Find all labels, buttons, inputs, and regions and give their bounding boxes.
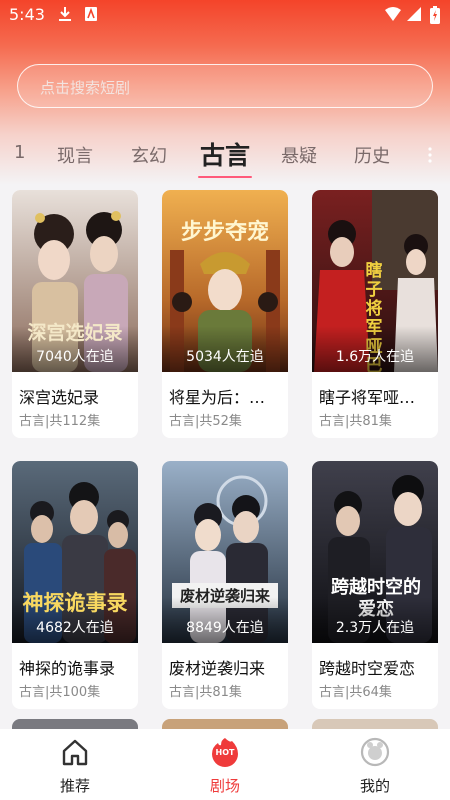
nav-recommend[interactable]: 推荐 (0, 729, 150, 800)
drama-title: 将星为后：… (169, 388, 266, 407)
drama-meta: 古言|共81集 (169, 685, 242, 700)
nav-mine[interactable]: 我的 (300, 729, 450, 800)
drama-poster: 步步夺宠 5034人在追 (162, 190, 288, 372)
drama-card[interactable]: 神探诡事录 4682人在追 神探的诡事录 古言|共100集 (12, 461, 138, 709)
nav-label: 我的 (359, 777, 390, 795)
watch-count: 8849人在追 (186, 620, 264, 636)
bottom-nav: 推荐 HOT 剧场 我的 (0, 729, 450, 800)
drama-poster: 瞎子将军哑巴 1.6万人在追 (312, 190, 438, 372)
poster-title-art: 步步夺宠 (180, 219, 269, 245)
drama-poster: 废材逆袭归来 8849人在追 (162, 461, 288, 643)
drama-meta: 古言|共100集 (19, 685, 101, 700)
drama-poster: 跨越时空的爱恋 2.3万人在追 (312, 461, 438, 643)
home-icon (60, 737, 90, 767)
nav-theater[interactable]: HOT 剧场 (150, 729, 300, 800)
drama-card[interactable]: 步步夺宠 5034人在追 将星为后：… 古言|共52集 (162, 190, 288, 438)
poster-title-art: 神探诡事录 (22, 590, 128, 615)
drama-poster: 深宫选妃录 7040人在追 (12, 190, 138, 372)
profile-icon (360, 737, 390, 767)
drama-title: 神探的诡事录 (19, 659, 116, 678)
drama-poster: 神探诡事录 4682人在追 (12, 461, 138, 643)
poster-title-art: 深宫选妃录 (27, 322, 123, 344)
drama-meta: 古言|共64集 (319, 685, 392, 700)
drama-meta: 古言|共52集 (169, 414, 242, 429)
drama-meta: 古言|共112集 (19, 414, 101, 429)
nav-label: 剧场 (209, 777, 240, 795)
drama-grid: 深宫选妃录 7040人在追 深宫选妃录 古言|共112集 步步夺宠 5034人在… (0, 0, 450, 800)
drama-title: 跨越时空爱恋 (319, 659, 416, 678)
drama-card[interactable]: 瞎子将军哑巴 1.6万人在追 瞎子将军哑… 古言|共81集 (312, 190, 438, 438)
drama-card[interactable]: 跨越时空的爱恋 2.3万人在追 跨越时空爱恋 古言|共64集 (312, 461, 438, 709)
watch-count: 7040人在追 (36, 349, 114, 365)
watch-count: 4682人在追 (36, 620, 114, 636)
drama-title: 废材逆袭归来 (169, 659, 266, 678)
watch-count: 2.3万人在追 (335, 620, 415, 636)
watch-count: 1.6万人在追 (335, 349, 415, 365)
nav-label: 推荐 (59, 777, 90, 795)
hot-badge-text: HOT (215, 748, 235, 757)
watch-count: 5034人在追 (186, 349, 264, 365)
drama-meta: 古言|共81集 (319, 414, 392, 429)
drama-card[interactable]: 废材逆袭归来 8849人在追 废材逆袭归来 古言|共81集 (162, 461, 288, 709)
drama-title: 瞎子将军哑… (319, 388, 416, 407)
drama-title: 深宫选妃录 (19, 388, 100, 407)
hot-icon: HOT (210, 737, 240, 767)
drama-card[interactable]: 深宫选妃录 7040人在追 深宫选妃录 古言|共112集 (12, 190, 138, 438)
